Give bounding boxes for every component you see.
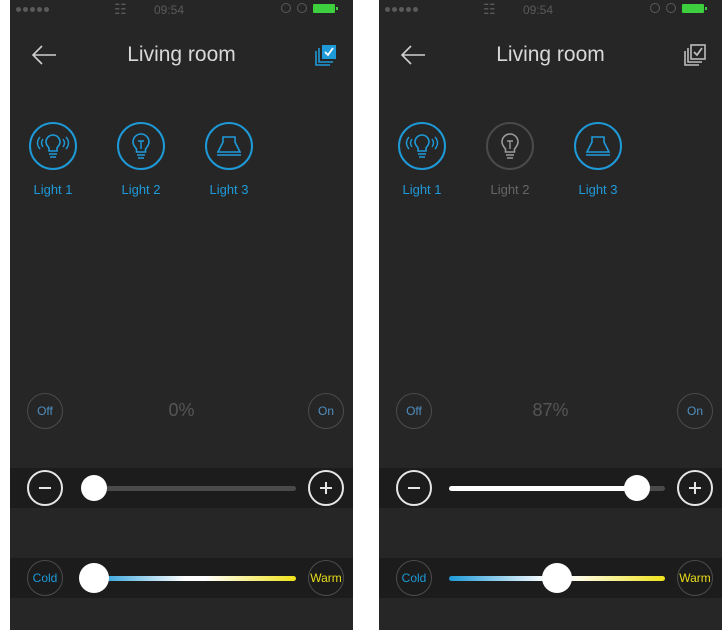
plus-button[interactable]: [677, 470, 713, 506]
phone-screen-1: ☷ 09:54 Living room Light 1 Light 2 Ligh…: [10, 0, 353, 630]
select-all-icon[interactable]: [682, 42, 708, 68]
cold-button[interactable]: Cold: [396, 560, 432, 596]
cold-button[interactable]: Cold: [27, 560, 63, 596]
light-item-2[interactable]: Light 2: [480, 122, 540, 197]
phone-screen-2: ☷ 09:54 Living room Light 1 Light 2 Ligh…: [379, 0, 722, 630]
brightness-knob[interactable]: [81, 475, 107, 501]
on-button[interactable]: On: [308, 393, 344, 429]
brightness-knob[interactable]: [623, 475, 650, 501]
warm-button[interactable]: Warm: [677, 560, 713, 596]
light-label: Light 2: [121, 182, 161, 197]
brightness-slider-row: [379, 468, 722, 508]
light-item-3[interactable]: Light 3: [199, 122, 259, 197]
battery-icon: [682, 3, 707, 13]
status-bar: ☷ 09:54: [10, 0, 353, 20]
on-button[interactable]: On: [677, 393, 713, 429]
warm-button[interactable]: Warm: [308, 560, 344, 596]
light-label: Light 1: [402, 182, 442, 197]
minus-button[interactable]: [27, 470, 63, 506]
alarm-icon: [666, 3, 676, 13]
rotation-lock-icon: [650, 3, 660, 13]
rotation-lock-icon: [281, 3, 291, 13]
select-all-icon[interactable]: [313, 42, 339, 68]
minus-icon: [39, 487, 51, 489]
light-item-1[interactable]: Light 1: [23, 122, 83, 197]
light-item-2[interactable]: Light 2: [111, 122, 171, 197]
wifi-icon: ☷: [114, 1, 127, 17]
ceiling-lamp-icon[interactable]: [205, 122, 253, 170]
page-title: Living room: [496, 43, 605, 66]
ceiling-lamp-icon[interactable]: [574, 122, 622, 170]
plus-icon: [320, 482, 332, 494]
status-bar: ☷ 09:54: [379, 0, 722, 20]
light-label: Light 1: [33, 182, 73, 197]
temperature-track[interactable]: [94, 576, 296, 581]
brightness-slider-row: [10, 468, 353, 508]
plus-icon: [689, 482, 701, 494]
status-time: 09:54: [523, 3, 554, 17]
light-item-3[interactable]: Light 3: [568, 122, 628, 197]
brightness-track[interactable]: [94, 486, 296, 491]
light-label: Light 3: [578, 182, 618, 197]
nav-bar: Living room: [10, 36, 353, 76]
bulb-icon[interactable]: [486, 122, 534, 170]
light-item-1[interactable]: Light 1: [392, 122, 452, 197]
nav-bar: Living room: [379, 36, 722, 76]
speaker-bulb-icon[interactable]: [29, 122, 77, 170]
temperature-slider-row: Cold Warm: [10, 558, 353, 598]
light-label: Light 3: [209, 182, 249, 197]
brightness-fill: [449, 486, 637, 491]
bulb-icon[interactable]: [117, 122, 165, 170]
temperature-knob[interactable]: [79, 563, 109, 593]
light-label: Light 2: [490, 182, 530, 197]
plus-button[interactable]: [308, 470, 344, 506]
battery-icon: [313, 3, 338, 13]
signal-dots: [385, 7, 418, 12]
minus-icon: [408, 487, 420, 489]
status-time: 09:54: [154, 3, 185, 17]
brightness-value: 0%: [168, 400, 195, 420]
alarm-icon: [297, 3, 307, 13]
minus-button[interactable]: [396, 470, 432, 506]
page-title: Living room: [127, 43, 236, 66]
temperature-knob[interactable]: [542, 563, 572, 593]
brightness-value: 87%: [532, 400, 569, 420]
signal-dots: [16, 7, 49, 12]
temperature-slider-row: Cold Warm: [379, 558, 722, 598]
wifi-icon: ☷: [483, 1, 496, 17]
speaker-bulb-icon[interactable]: [398, 122, 446, 170]
